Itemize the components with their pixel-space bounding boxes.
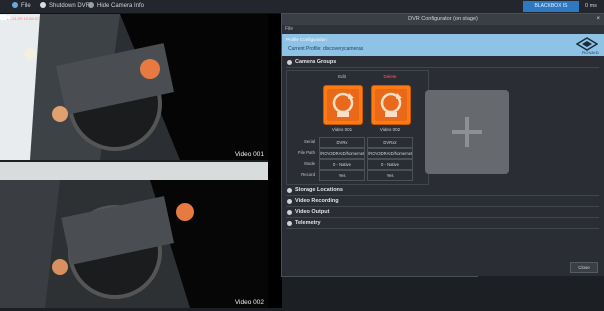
file-menu-button[interactable]: File xyxy=(12,1,31,12)
video-side-area xyxy=(268,14,282,308)
dvr-configurator-dialog: DVR Configurator (on stage) × File Profi… xyxy=(281,13,604,277)
edit-header[interactable]: Edit xyxy=(322,74,362,79)
logo-text: ROVAID xyxy=(582,50,599,55)
file-path-cell-2[interactable]: /ROV3DRAID/homemeta xyxy=(367,148,413,159)
video-label-1: Video 001 xyxy=(234,151,264,158)
recording-status-badge: BLACKBOX IS RECORDING xyxy=(523,1,579,20)
hide-camera-info-button[interactable]: Hide Camera Info xyxy=(88,1,144,12)
record-cell-2[interactable]: Yes xyxy=(367,170,413,181)
row-label-serial: Serial xyxy=(304,139,315,144)
row-label-record: Record xyxy=(301,172,315,177)
banner-subtitle: Profile Configuration xyxy=(286,37,327,42)
section-video-recording[interactable]: Video Recording xyxy=(286,197,599,207)
file-menu-label: File xyxy=(21,3,31,9)
camera-name-1: Video 001 xyxy=(331,127,353,132)
camera-tile-1[interactable] xyxy=(323,85,363,125)
current-profile-label: Current Profile: discoverycameras xyxy=(288,46,364,52)
top-toolbar: File Shutdown DVR Hide Camera Info BLACK… xyxy=(0,0,604,20)
section-label: Video Recording xyxy=(295,198,339,204)
video-label-2: Video 002 xyxy=(234,299,264,306)
expand-icon xyxy=(287,221,292,226)
section-label: Camera Groups xyxy=(295,59,337,65)
video-frame-1 xyxy=(0,14,268,160)
camera-tile-2[interactable] xyxy=(371,85,411,125)
eye-icon xyxy=(88,2,94,9)
shutdown-dvr-button[interactable]: Shutdown DVR xyxy=(40,1,90,12)
camera-group-table: Edit Delete Video 001 Video 002 Serial F… xyxy=(286,70,429,185)
dialog-file-menu[interactable]: File xyxy=(282,25,604,34)
profile-banner: Profile Configuration Current Profile: d… xyxy=(282,34,604,56)
mode-cell-2[interactable]: 0 - Native xyxy=(367,159,413,170)
background-area xyxy=(478,276,604,311)
section-video-output[interactable]: Video Output xyxy=(286,208,599,218)
section-label: Storage Locations xyxy=(295,187,343,193)
video-frame-2 xyxy=(0,162,268,308)
power-icon xyxy=(40,2,46,9)
section-label: Video Output xyxy=(295,209,330,215)
camera-name-2: Video 002 xyxy=(379,127,401,132)
file-path-cell-1[interactable]: /ROV3DRAID/homemeta xyxy=(319,148,365,159)
recording-time: 0 ms xyxy=(585,3,597,9)
video-pane-2[interactable]: Video 002 xyxy=(0,162,268,308)
dialog-title-bar: DVR Configurator (on stage) × xyxy=(282,14,604,25)
file-icon xyxy=(12,2,18,9)
close-icon[interactable]: × xyxy=(596,14,600,25)
delete-header[interactable]: Delete xyxy=(370,74,410,79)
video-pane-1[interactable]: 2021-01-09 10:06:07 Video 001 xyxy=(0,14,268,160)
plus-icon-vertical xyxy=(465,117,469,147)
refresh-icon xyxy=(332,92,354,117)
expand-icon xyxy=(287,199,292,204)
shutdown-dvr-label: Shutdown DVR xyxy=(49,3,91,9)
refresh-icon xyxy=(380,92,402,117)
row-label-mode: Mode xyxy=(304,161,315,166)
expand-icon xyxy=(287,188,292,193)
serial-cell-1[interactable]: DVRx xyxy=(319,137,365,148)
tile-body xyxy=(327,89,359,121)
section-label: Telemetry xyxy=(295,220,321,226)
dialog-title: DVR Configurator (on stage) xyxy=(408,16,478,22)
collapse-icon xyxy=(287,60,292,65)
hide-camera-info-label: Hide Camera Info xyxy=(97,3,145,9)
serial-cell-2[interactable]: DVRx2 xyxy=(367,137,413,148)
mode-cell-1[interactable]: 0 - Native xyxy=(319,159,365,170)
expand-icon xyxy=(287,210,292,215)
section-storage-locations[interactable]: Storage Locations xyxy=(286,186,599,196)
add-camera-button[interactable] xyxy=(425,90,509,174)
section-camera-groups[interactable]: Camera Groups xyxy=(286,58,599,68)
tile-body xyxy=(375,89,407,121)
record-cell-1[interactable]: Yes xyxy=(319,170,365,181)
close-button[interactable]: Close xyxy=(570,262,598,273)
row-label-file-path: File Path xyxy=(298,150,315,155)
camera-icon xyxy=(0,15,10,20)
section-telemetry[interactable]: Telemetry xyxy=(286,219,599,229)
